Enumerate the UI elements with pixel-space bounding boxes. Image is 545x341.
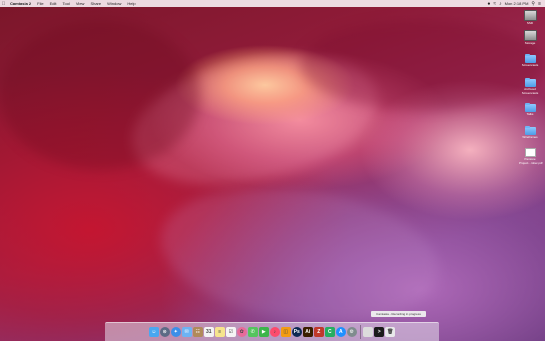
status-area: ● ≈ ♪ Mon 2:18 PM ⚲ ≡ (487, 1, 545, 7)
illustrator-icon[interactable]: Ai (302, 327, 313, 337)
menu-tool[interactable]: Tool (59, 1, 72, 6)
desktop-item-ssd[interactable]: SSD (519, 10, 541, 26)
apple-icon[interactable]:  (0, 1, 7, 7)
menu-window[interactable]: Window (104, 1, 124, 6)
trash-icon[interactable]: 🗑 (385, 327, 396, 337)
launchpad-icon[interactable]: ⊙ (159, 327, 170, 337)
desktop-item-label: SSD (526, 21, 534, 25)
menu-app-name[interactable]: Camtasia 2 (7, 1, 34, 6)
menu-share[interactable]: Share (87, 1, 104, 6)
menu-help[interactable]: Help (124, 1, 138, 6)
finder-window-icon[interactable] (363, 327, 374, 337)
notes-icon[interactable]: ≡ (214, 327, 225, 337)
document-icon (524, 148, 536, 157)
folder-icon (524, 77, 536, 87)
mail-icon[interactable]: ✉ (181, 327, 192, 337)
finder-icon[interactable]: ☺ (148, 327, 159, 337)
menu-view[interactable]: View (73, 1, 88, 6)
menu-file[interactable]: File (34, 1, 46, 6)
hard-drive-icon (523, 30, 537, 41)
desktop-item-archived-screencasts[interactable]: Archived Screencasts (519, 77, 541, 95)
desktop-item-pantone-pdf[interactable]: Pantone Project...mber.pdf (519, 148, 543, 165)
desktop-item-screencasts[interactable]: Screencasts (519, 53, 541, 68)
desktop-item-label: Archived Screencasts (521, 87, 539, 95)
dock-separator (359, 325, 361, 339)
desktop-item-label: Wireframes (522, 135, 538, 139)
desktop-item-label: Pantone Project...mber.pdf (519, 157, 543, 165)
messages-icon[interactable]: ✆ (247, 327, 258, 337)
desktop-item-storage[interactable]: Storage (519, 30, 541, 46)
menu-edit[interactable]: Edit (47, 1, 60, 6)
dock-tooltip: Camtasia - Recording in progress (371, 311, 426, 317)
menubar-clock[interactable]: Mon 2:18 PM (505, 1, 529, 6)
facetime-icon[interactable]: ▶ (258, 327, 269, 337)
camtasia-icon[interactable]: C (324, 327, 335, 337)
photoshop-icon[interactable]: Ps (291, 327, 302, 337)
wallpaper-wave (0, 20, 200, 170)
contacts-icon[interactable]: ☷ (192, 327, 203, 337)
calendar-icon[interactable]: 31 (203, 327, 214, 337)
reminders-icon[interactable]: ☑ (225, 327, 236, 337)
system-preferences-icon[interactable]: ⚙ (346, 327, 357, 337)
recording-icon[interactable]: ● (487, 1, 490, 7)
folder-icon (524, 125, 536, 135)
terminal-icon[interactable]: > (374, 327, 385, 337)
filezilla-icon[interactable]: Z (313, 327, 324, 337)
app-store-icon[interactable]: A (335, 327, 346, 337)
desktop-wallpaper (0, 0, 545, 341)
wifi-icon[interactable]: ≈ (493, 1, 496, 7)
list-icon[interactable]: ≡ (538, 1, 541, 7)
dock: ☺ ⊙ ✦ ✉ ☷ 31 ≡ ☑ ✿ ✆ ▶ ♪ ◫ Ps Ai Z C A ⚙ > 🗑 (105, 322, 439, 341)
folder-icon (524, 53, 536, 63)
desktop-item-wireframes[interactable]: Wireframes (519, 125, 541, 140)
wallpaper-wave (300, 20, 545, 110)
hard-drive-icon (523, 10, 537, 21)
ibooks-icon[interactable]: ◫ (280, 327, 291, 337)
photos-icon[interactable]: ✿ (236, 327, 247, 337)
music-icon[interactable]: ♪ (269, 327, 280, 337)
desktop-item-label: Storage (524, 41, 536, 45)
desktop-item-talks[interactable]: Talks (519, 102, 541, 117)
desktop-item-label: Talks (526, 112, 534, 116)
search-icon[interactable]: ⚲ (531, 1, 535, 7)
desktop-item-label: Screencasts (521, 63, 539, 67)
volume-icon[interactable]: ♪ (499, 1, 502, 7)
folder-icon (524, 102, 536, 112)
menu-bar:  Camtasia 2 File Edit Tool View Share W… (0, 0, 545, 7)
safari-icon[interactable]: ✦ (170, 327, 181, 337)
